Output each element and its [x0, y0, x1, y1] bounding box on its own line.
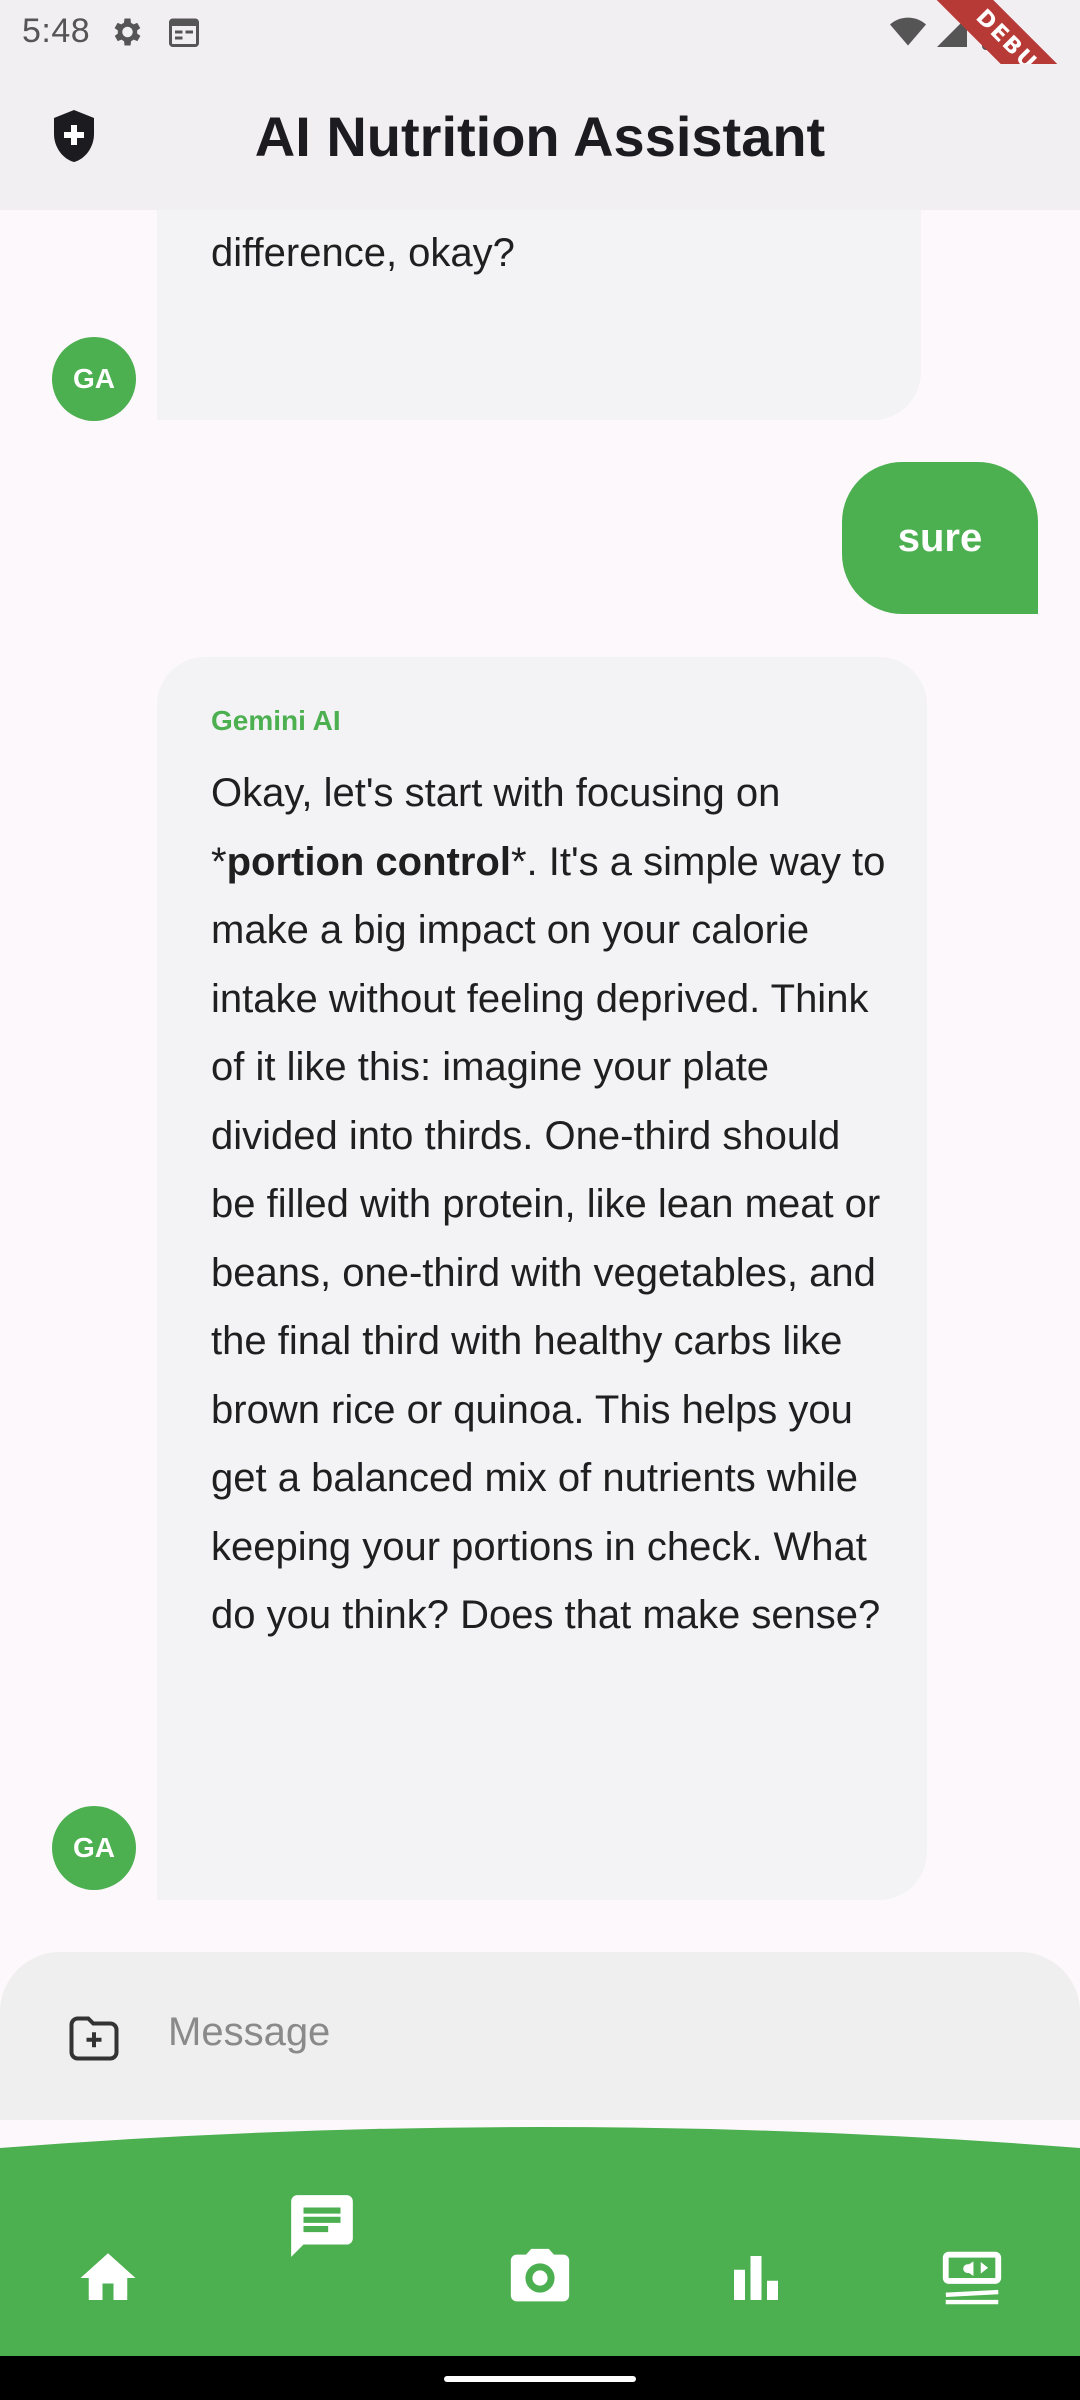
set-meal-icon [937, 2243, 1007, 2318]
message-text: some simple tips that can make a big dif… [211, 230, 515, 275]
nav-home[interactable] [68, 2240, 148, 2320]
page-title: AI Nutrition Assistant [254, 105, 826, 168]
message-text-part: *. It's a simple way to make a big impac… [211, 839, 886, 1638]
message-text-bold: portion control [226, 839, 511, 884]
message-composer [0, 1952, 1080, 2120]
nav-chat[interactable] [282, 2188, 362, 2268]
home-icon [75, 2245, 141, 2316]
message-text: Okay, let's start with focusing on *port… [211, 759, 891, 1650]
avatar: GA [52, 1806, 136, 1890]
system-navigation-bar [0, 2356, 1080, 2400]
chat-icon [285, 2189, 359, 2268]
avatar: GA [52, 337, 136, 421]
bottom-navigation [0, 2120, 1080, 2356]
calendar-icon [166, 14, 202, 55]
status-time: 5:48 [22, 12, 91, 50]
nav-camera[interactable] [500, 2240, 580, 2320]
settings-icon [108, 14, 144, 55]
camera-icon [505, 2243, 575, 2318]
status-bar: 5:48 DEBUG [0, 0, 1080, 144]
sender-name: Gemini AI [211, 705, 341, 736]
chat-message-list[interactable]: some simple tips that can make a big dif… [0, 210, 1080, 1950]
user-message-bubble: sure [842, 462, 1038, 614]
nav-stats[interactable] [716, 2240, 796, 2320]
app-bar: AI Nutrition Assistant [0, 64, 1080, 210]
ai-message-bubble: Gemini AI Okay, let's start with focusin… [157, 657, 927, 1900]
home-gesture-handle[interactable] [444, 2376, 636, 2382]
add-attachment-icon[interactable] [64, 2006, 124, 2071]
message-input[interactable] [168, 2000, 1028, 2064]
bottom-nav-background [0, 2127, 1080, 2356]
wifi-icon [888, 14, 928, 55]
ai-message-bubble: some simple tips that can make a big dif… [157, 210, 921, 420]
nav-meals[interactable] [932, 2240, 1012, 2320]
bar-chart-icon [723, 2245, 789, 2316]
